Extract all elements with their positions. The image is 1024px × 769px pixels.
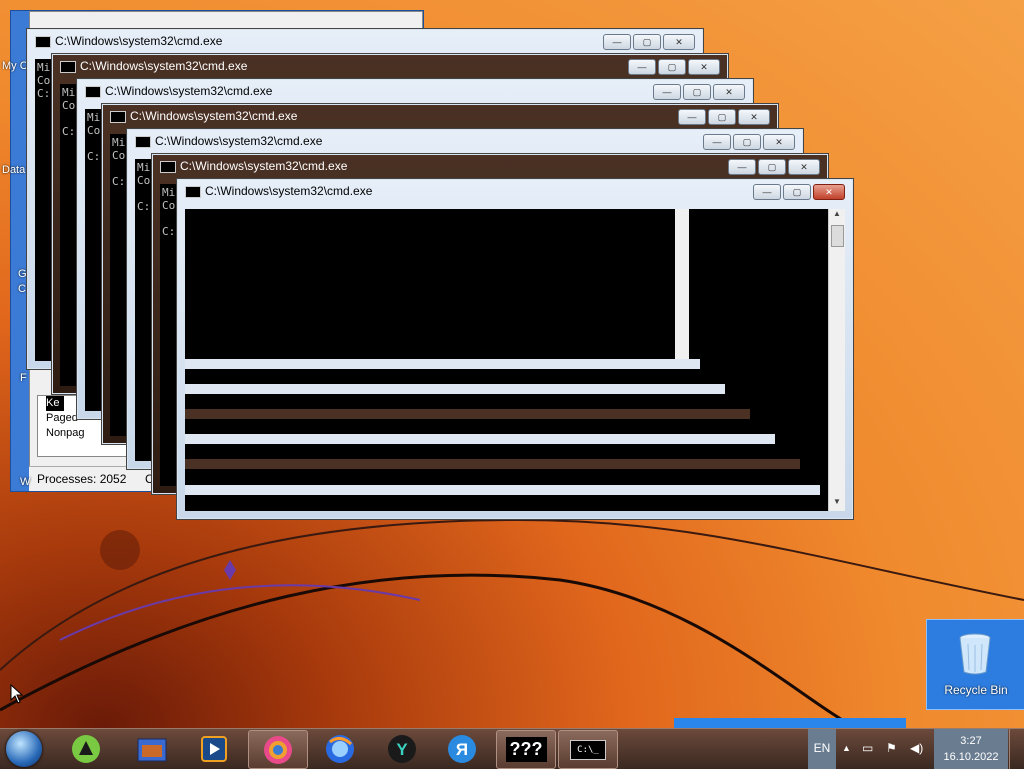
chrome-icon <box>264 735 292 764</box>
maximize-button[interactable]: ▢ <box>658 59 686 75</box>
alice-icon <box>72 734 100 763</box>
title-bar[interactable]: C:\Windows\system32\cmd.exe — ▢ ✕ <box>27 29 703 53</box>
volume-icon[interactable]: ◀) <box>910 741 923 755</box>
console-artifact <box>185 409 750 419</box>
title-bar[interactable]: C:\Windows\system32\cmd.exe — ▢ ✕ <box>177 179 853 203</box>
cmd-icon <box>35 36 51 48</box>
desktop-icon-c[interactable]: C <box>18 283 26 295</box>
console-artifact <box>185 209 689 359</box>
network-icon[interactable]: ▭ <box>862 741 873 755</box>
minimize-button[interactable]: — <box>678 109 706 125</box>
explorer-icon <box>137 738 167 761</box>
maximize-button[interactable]: ▢ <box>733 134 761 150</box>
console-output[interactable] <box>185 209 829 511</box>
scroll-up-arrow[interactable]: ▲ <box>829 209 845 223</box>
window-title: C:\Windows\system32\cmd.exe <box>205 184 373 198</box>
list-item[interactable]: Ke <box>46 396 64 411</box>
taskbar-firefox[interactable] <box>312 730 368 767</box>
taskbar-yandex-browser[interactable]: Я <box>434 730 490 767</box>
console-artifact <box>185 384 725 394</box>
minimize-button[interactable]: — <box>628 59 656 75</box>
minimize-button[interactable]: — <box>753 184 781 200</box>
taskbar-media-player[interactable] <box>186 730 242 767</box>
cmd-window-active[interactable]: C:\Windows\system32\cmd.exe — ▢ ✕ ▲ ▼ <box>176 178 854 520</box>
processes-count: Processes: 2052 <box>37 472 127 486</box>
close-button[interactable]: ✕ <box>813 184 845 200</box>
recycle-bin-icon <box>959 633 991 675</box>
scroll-down-arrow[interactable]: ▼ <box>829 497 845 511</box>
minimize-button[interactable]: — <box>653 84 681 100</box>
close-button[interactable]: ✕ <box>688 59 720 75</box>
desktop-icon-f[interactable]: F <box>20 372 27 384</box>
svg-text:Y: Y <box>396 740 408 759</box>
firefox-icon <box>326 734 354 763</box>
cmd-icon <box>85 86 101 98</box>
close-button[interactable]: ✕ <box>738 109 770 125</box>
maximize-button[interactable]: ▢ <box>683 84 711 100</box>
mouse-cursor-icon <box>10 684 24 704</box>
recycle-bin-label: Recycle Bin <box>944 683 1008 697</box>
title-bar[interactable]: C:\Windows\system32\cmd.exe — ▢ ✕ <box>77 79 753 103</box>
title-bar[interactable]: C:\Windows\system32\cmd.exe — ▢ ✕ <box>102 104 778 128</box>
unknown-app-icon: ??? <box>505 737 547 762</box>
show-desktop-button[interactable] <box>1009 729 1024 769</box>
language-indicator[interactable]: EN <box>808 729 836 769</box>
maximize-button[interactable]: ▢ <box>783 184 811 200</box>
console-artifact <box>185 459 800 469</box>
start-button[interactable] <box>6 731 42 767</box>
taskbar-chrome[interactable] <box>248 730 308 769</box>
maximize-button[interactable]: ▢ <box>633 34 661 50</box>
taskbar-unknown-app[interactable]: ??? <box>496 730 556 769</box>
console-artifact <box>185 434 775 444</box>
desktop-icon-data[interactable]: Data <box>2 164 25 176</box>
media-player-icon <box>201 735 227 762</box>
cmd-icon <box>185 186 201 198</box>
cmd-icon <box>110 111 126 123</box>
yandex-browser-icon: Я <box>448 734 476 763</box>
window-title: C:\Windows\system32\cmd.exe <box>105 84 273 98</box>
cmd-icon: C:\_ <box>570 739 606 760</box>
maximize-button[interactable]: ▢ <box>708 109 736 125</box>
title-bar[interactable]: C:\Windows\system32\cmd.exe — ▢ ✕ <box>152 154 828 178</box>
console-artifact <box>185 485 820 495</box>
title-bar[interactable]: C:\Windows\system32\cmd.exe — ▢ ✕ <box>52 54 728 78</box>
maximize-button[interactable]: ▢ <box>758 159 786 175</box>
desktop-icon-my-computer[interactable]: My C <box>2 60 28 72</box>
cmd-icon <box>160 161 176 173</box>
minimize-button[interactable]: — <box>703 134 731 150</box>
flag-icon[interactable]: ⚑ <box>886 741 897 755</box>
console-artifact <box>185 359 700 369</box>
scroll-thumb[interactable] <box>831 225 844 247</box>
clock[interactable]: 3:27 16.10.2022 <box>934 729 1008 769</box>
clock-date: 16.10.2022 <box>943 751 999 763</box>
taskbar-explorer[interactable] <box>124 730 180 767</box>
taskbar-cmd[interactable]: C:\_ <box>558 730 618 769</box>
show-hidden-icons-chevron-icon[interactable]: ▲ <box>842 743 851 753</box>
taskbar-alice[interactable] <box>58 730 114 767</box>
minimize-button[interactable]: — <box>603 34 631 50</box>
close-button[interactable]: ✕ <box>763 134 795 150</box>
close-button[interactable]: ✕ <box>788 159 820 175</box>
cmd-icon <box>135 136 151 148</box>
title-bar[interactable]: C:\Windows\system32\cmd.exe — ▢ ✕ <box>127 129 803 153</box>
taskbar: Y Я ??? C:\_ EN ▲ ▭ ⚑ ◀) 3:27 16.10.2022 <box>0 728 1024 769</box>
window-title: C:\Windows\system32\cmd.exe <box>180 159 348 173</box>
desktop-icon-w[interactable]: W <box>20 476 30 488</box>
recycle-bin[interactable]: Recycle Bin <box>926 619 1024 710</box>
window-title: C:\Windows\system32\cmd.exe <box>130 109 298 123</box>
window-title: C:\Windows\system32\cmd.exe <box>80 59 248 73</box>
blue-strip <box>674 718 906 728</box>
yandex-icon: Y <box>388 734 416 763</box>
close-button[interactable]: ✕ <box>663 34 695 50</box>
window-title: C:\Windows\system32\cmd.exe <box>55 34 223 48</box>
clock-time: 3:27 <box>960 735 982 747</box>
system-tray: ▲ ▭ ⚑ ◀) <box>838 729 934 769</box>
minimize-button[interactable]: — <box>728 159 756 175</box>
vertical-scrollbar[interactable]: ▲ ▼ <box>828 209 845 511</box>
svg-text:Я: Я <box>456 740 468 759</box>
close-button[interactable]: ✕ <box>713 84 745 100</box>
window-title: C:\Windows\system32\cmd.exe <box>155 134 323 148</box>
cmd-icon <box>60 61 76 73</box>
taskbar-yandex[interactable]: Y <box>374 730 430 767</box>
